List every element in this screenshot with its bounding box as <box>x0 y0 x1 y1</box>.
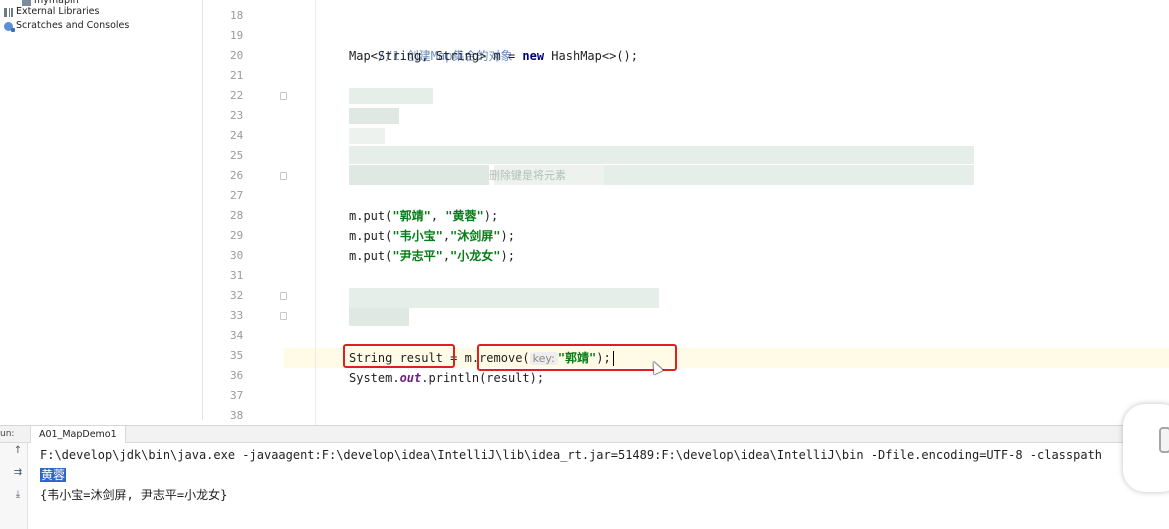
line-number: 22 <box>230 89 244 102</box>
line-number: 18 <box>230 9 244 22</box>
line-number: 25 <box>230 149 244 162</box>
code-text: Map<String, String> m = <box>349 49 523 63</box>
line-number: 23 <box>230 109 244 122</box>
code-text: m.put( <box>349 229 393 243</box>
code-line-20: Map<String, String> m = new HashMap<>(); <box>349 46 638 66</box>
tree-item-scratches[interactable]: Scratches and Consoles <box>4 19 129 33</box>
gutter-separator <box>315 0 316 425</box>
soft-wrap-icon[interactable]: ⇉ <box>12 467 24 479</box>
run-label: un: <box>0 429 15 439</box>
code-string: "韦小宝" <box>392 229 443 243</box>
line-number: 29 <box>230 229 244 242</box>
tree-item-label: External Libraries <box>16 6 100 17</box>
console-output-line: {韦小宝=沐剑屏, 尹志平=小龙女} <box>40 488 228 502</box>
line-number: 24 <box>230 129 244 142</box>
run-header: un: A01_MapDemo1 <box>0 426 1169 443</box>
text-caret <box>612 351 614 366</box>
code-string: "尹志平" <box>392 249 443 263</box>
scratch-icon <box>4 21 15 32</box>
line-number: 20 <box>230 49 244 62</box>
code-editor[interactable]: 18 19 20 21 22 23 24 25 26 27 28 29 30 3… <box>204 0 1169 425</box>
line-number: 36 <box>230 369 244 382</box>
code-text: String result <box>349 351 443 365</box>
fold-marker-icon[interactable] <box>280 292 287 300</box>
line-number: 21 <box>230 69 244 82</box>
line-number: 31 <box>230 269 244 282</box>
line-number: 33 <box>230 309 244 322</box>
code-text: m.put( <box>349 209 393 223</box>
line-number: 28 <box>230 209 244 222</box>
code-text: ); <box>596 351 611 365</box>
code-string: "沐剑屏" <box>450 229 501 243</box>
code-string: "郭靖" <box>557 351 597 365</box>
line-number: 37 <box>230 389 244 402</box>
line-number-gutter: 18 19 20 21 22 23 24 25 26 27 28 29 30 3… <box>204 0 284 425</box>
library-icon <box>4 7 13 17</box>
code-line-19: //1.创建Map集合的对象 <box>349 26 513 63</box>
code-line-28: m.put("郭靖", "黄蓉"); <box>349 206 498 226</box>
code-line-35: String result = m.remove(key: "郭靖"); <box>349 348 614 368</box>
code-text: ); <box>483 209 499 223</box>
run-tool-window: un: A01_MapDemo1 ↑ ⇉ ⤓ F:\develop\jdk\bi… <box>0 425 1169 529</box>
tree-item-external-libraries[interactable]: External Libraries <box>4 5 99 19</box>
run-toolbar: ↑ ⇉ ⤓ <box>0 443 28 529</box>
console-selected-text[interactable]: 黄蓉 <box>40 468 67 482</box>
code-string: "郭靖" <box>392 209 431 223</box>
code-text: System. <box>349 371 400 385</box>
code-text: m <box>464 351 472 365</box>
code-line-36: System.out.println(result); <box>349 368 544 388</box>
blurred-code-fragment: 删除键是将元素 <box>489 169 566 182</box>
line-number: 32 <box>230 289 244 302</box>
code-static-field: out <box>399 371 422 385</box>
line-number: 34 <box>230 329 244 342</box>
code-string: "小龙女" <box>450 249 501 263</box>
code-line-30: m.put("尹志平","小龙女"); <box>349 246 515 266</box>
fold-marker-icon[interactable] <box>280 92 287 100</box>
line-number: 19 <box>230 29 244 42</box>
blurred-code <box>604 165 974 185</box>
code-keyword: new <box>522 49 545 63</box>
fold-marker-icon[interactable] <box>280 312 287 320</box>
code-string: "黄蓉" <box>445 209 484 223</box>
line-number: 27 <box>230 189 244 202</box>
parameter-hint: key: <box>529 352 558 365</box>
code-text: , <box>442 249 451 263</box>
blurred-code <box>349 165 489 185</box>
code-line-29: m.put("韦小宝","沐剑屏"); <box>349 226 515 246</box>
code-text: = <box>442 351 465 365</box>
project-tool-window: mymapin External Libraries Scratches and… <box>0 0 203 420</box>
floating-widget-handle-icon[interactable] <box>1159 427 1169 453</box>
blurred-code <box>349 288 659 308</box>
scroll-up-icon[interactable]: ↑ <box>12 445 24 457</box>
tree-item-label: Scratches and Consoles <box>16 20 130 31</box>
code-text: , <box>442 229 451 243</box>
fold-marker-icon[interactable] <box>280 172 287 180</box>
blurred-code <box>349 308 409 326</box>
blurred-code <box>349 128 385 144</box>
scroll-to-end-icon[interactable]: ⤓ <box>12 489 24 501</box>
code-text: m.put( <box>349 249 393 263</box>
code-text: , <box>430 209 446 223</box>
code-text: ); <box>500 229 515 243</box>
blurred-code <box>349 88 433 104</box>
line-number: 26 <box>230 169 244 182</box>
line-number: 35 <box>230 349 244 362</box>
code-text: ); <box>500 249 515 263</box>
blurred-code <box>349 146 974 164</box>
run-tab[interactable]: A01_MapDemo1 <box>30 426 126 443</box>
code-text: .println(result); <box>421 371 545 385</box>
line-number: 38 <box>230 409 244 422</box>
blurred-code <box>349 108 399 124</box>
code-text: .remove( <box>471 351 530 365</box>
console-output-line: 黄蓉 <box>40 465 67 485</box>
code-text: HashMap<>(); <box>544 49 638 63</box>
console-command-line: F:\develop\jdk\bin\java.exe -javaagent:F… <box>40 448 1103 462</box>
line-number: 30 <box>230 249 244 262</box>
